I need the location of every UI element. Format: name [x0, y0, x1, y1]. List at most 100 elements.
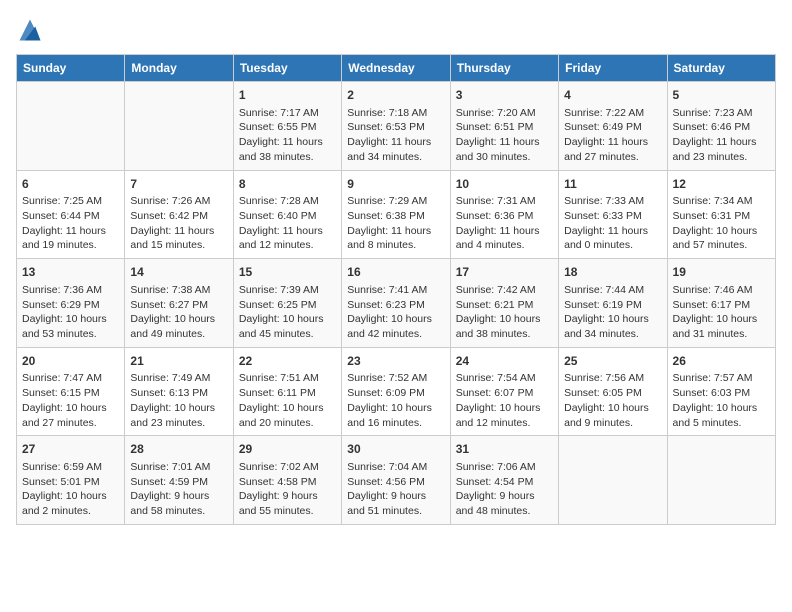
day-number: 6	[22, 176, 119, 193]
calendar-cell: 20Sunrise: 7:47 AM Sunset: 6:15 PM Dayli…	[17, 347, 125, 436]
calendar-cell	[125, 82, 233, 171]
day-info: Sunrise: 7:54 AM Sunset: 6:07 PM Dayligh…	[456, 371, 553, 430]
day-info: Sunrise: 7:28 AM Sunset: 6:40 PM Dayligh…	[239, 194, 336, 253]
day-info: Sunrise: 7:49 AM Sunset: 6:13 PM Dayligh…	[130, 371, 227, 430]
day-info: Sunrise: 7:26 AM Sunset: 6:42 PM Dayligh…	[130, 194, 227, 253]
calendar-cell: 10Sunrise: 7:31 AM Sunset: 6:36 PM Dayli…	[450, 170, 558, 259]
calendar-cell: 31 Sunrise: 7:06 AM Sunset: 4:54 PM Dayli…	[450, 436, 558, 525]
calendar-cell: 15 Sunrise: 7:39 AM Sunset: 6:25 PM Dayli…	[233, 259, 341, 348]
day-info: Sunrise: 7:22 AM Sunset: 6:49 PM Dayligh…	[564, 106, 661, 165]
calendar-cell: 29Sunrise: 7:02 AM Sunset: 4:58 PM Dayli…	[233, 436, 341, 525]
calendar-cell: 11Sunrise: 7:33 AM Sunset: 6:33 PM Dayli…	[559, 170, 667, 259]
day-number: 26	[673, 353, 770, 370]
day-number: 5	[673, 87, 770, 104]
day-info: Sunrise: 7:29 AM Sunset: 6:38 PM Dayligh…	[347, 194, 444, 253]
calendar-cell: 12Sunrise: 7:34 AM Sunset: 6:31 PM Dayli…	[667, 170, 775, 259]
day-info: Sunrise: 7:20 AM Sunset: 6:51 PM Dayligh…	[456, 106, 553, 165]
calendar-cell: 6Sunrise: 7:25 AM Sunset: 6:44 PM Daylig…	[17, 170, 125, 259]
calendar-cell: 16Sunrise: 7:41 AM Sunset: 6:23 PM Dayli…	[342, 259, 450, 348]
calendar-cell: 1Sunrise: 7:17 AM Sunset: 6:55 PM Daylig…	[233, 82, 341, 171]
logo	[16, 16, 48, 44]
col-header-sunday: Sunday	[17, 55, 125, 82]
day-number: 23	[347, 353, 444, 370]
calendar-cell: 24Sunrise: 7:54 AM Sunset: 6:07 PM Dayli…	[450, 347, 558, 436]
day-number: 16	[347, 264, 444, 281]
day-number: 12	[673, 176, 770, 193]
calendar-cell: 13Sunrise: 7:36 AM Sunset: 6:29 PM Dayli…	[17, 259, 125, 348]
calendar-cell: 3 Sunrise: 7:20 AM Sunset: 6:51 PM Daylig…	[450, 82, 558, 171]
calendar-cell: 2 Sunrise: 7:18 AM Sunset: 6:53 PM Daylig…	[342, 82, 450, 171]
day-number: 24	[456, 353, 553, 370]
calendar-week-3: 13Sunrise: 7:36 AM Sunset: 6:29 PM Dayli…	[17, 259, 776, 348]
day-number: 13	[22, 264, 119, 281]
logo-icon	[16, 16, 44, 44]
day-info: Sunrise: 7:47 AM Sunset: 6:15 PM Dayligh…	[22, 371, 119, 430]
calendar-cell: 5 Sunrise: 7:23 AM Sunset: 6:46 PM Daylig…	[667, 82, 775, 171]
day-info: Sunrise: 7:33 AM Sunset: 6:33 PM Dayligh…	[564, 194, 661, 253]
day-number: 17	[456, 264, 553, 281]
day-number: 21	[130, 353, 227, 370]
calendar-cell: 4 Sunrise: 7:22 AM Sunset: 6:49 PM Daylig…	[559, 82, 667, 171]
col-header-tuesday: Tuesday	[233, 55, 341, 82]
day-info: Sunrise: 7:06 AM Sunset: 4:54 PM Dayligh…	[456, 460, 553, 519]
calendar-week-2: 6Sunrise: 7:25 AM Sunset: 6:44 PM Daylig…	[17, 170, 776, 259]
col-header-saturday: Saturday	[667, 55, 775, 82]
day-number: 4	[564, 87, 661, 104]
calendar-table: SundayMondayTuesdayWednesdayThursdayFrid…	[16, 54, 776, 525]
day-info: Sunrise: 7:25 AM Sunset: 6:44 PM Dayligh…	[22, 194, 119, 253]
calendar-cell: 23Sunrise: 7:52 AM Sunset: 6:09 PM Dayli…	[342, 347, 450, 436]
day-number: 20	[22, 353, 119, 370]
calendar-cell: 25Sunrise: 7:56 AM Sunset: 6:05 PM Dayli…	[559, 347, 667, 436]
col-header-thursday: Thursday	[450, 55, 558, 82]
calendar-cell: 22Sunrise: 7:51 AM Sunset: 6:11 PM Dayli…	[233, 347, 341, 436]
calendar-header: SundayMondayTuesdayWednesdayThursdayFrid…	[17, 55, 776, 82]
day-info: Sunrise: 7:51 AM Sunset: 6:11 PM Dayligh…	[239, 371, 336, 430]
col-header-monday: Monday	[125, 55, 233, 82]
day-number: 11	[564, 176, 661, 193]
day-number: 15	[239, 264, 336, 281]
calendar-week-4: 20Sunrise: 7:47 AM Sunset: 6:15 PM Dayli…	[17, 347, 776, 436]
day-number: 9	[347, 176, 444, 193]
page-header	[16, 16, 776, 44]
calendar-week-5: 27 Sunrise: 6:59 AM Sunset: 5:01 PM Dayli…	[17, 436, 776, 525]
day-number: 2	[347, 87, 444, 104]
day-number: 30	[347, 441, 444, 458]
day-number: 18	[564, 264, 661, 281]
calendar-cell	[559, 436, 667, 525]
day-number: 31	[456, 441, 553, 458]
day-info: Sunrise: 7:56 AM Sunset: 6:05 PM Dayligh…	[564, 371, 661, 430]
calendar-cell: 18 Sunrise: 7:44 AM Sunset: 6:19 PM Dayli…	[559, 259, 667, 348]
day-number: 14	[130, 264, 227, 281]
calendar-cell: 17Sunrise: 7:42 AM Sunset: 6:21 PM Dayli…	[450, 259, 558, 348]
day-number: 10	[456, 176, 553, 193]
day-number: 3	[456, 87, 553, 104]
day-info: Sunrise: 7:39 AM Sunset: 6:25 PM Dayligh…	[239, 283, 336, 342]
day-number: 27	[22, 441, 119, 458]
day-info: Sunrise: 7:23 AM Sunset: 6:46 PM Dayligh…	[673, 106, 770, 165]
day-info: Sunrise: 6:59 AM Sunset: 5:01 PM Dayligh…	[22, 460, 119, 519]
day-number: 28	[130, 441, 227, 458]
day-number: 22	[239, 353, 336, 370]
calendar-cell: 28 Sunrise: 7:01 AM Sunset: 4:59 PM Dayli…	[125, 436, 233, 525]
calendar-cell: 19 Sunrise: 7:46 AM Sunset: 6:17 PM Dayli…	[667, 259, 775, 348]
day-info: Sunrise: 7:44 AM Sunset: 6:19 PM Dayligh…	[564, 283, 661, 342]
calendar-cell: 7Sunrise: 7:26 AM Sunset: 6:42 PM Daylig…	[125, 170, 233, 259]
calendar-cell: 14 Sunrise: 7:38 AM Sunset: 6:27 PM Dayli…	[125, 259, 233, 348]
day-info: Sunrise: 7:57 AM Sunset: 6:03 PM Dayligh…	[673, 371, 770, 430]
day-info: Sunrise: 7:18 AM Sunset: 6:53 PM Dayligh…	[347, 106, 444, 165]
calendar-cell: 26Sunrise: 7:57 AM Sunset: 6:03 PM Dayli…	[667, 347, 775, 436]
calendar-cell: 27 Sunrise: 6:59 AM Sunset: 5:01 PM Dayli…	[17, 436, 125, 525]
day-number: 1	[239, 87, 336, 104]
calendar-cell: 9Sunrise: 7:29 AM Sunset: 6:38 PM Daylig…	[342, 170, 450, 259]
day-info: Sunrise: 7:46 AM Sunset: 6:17 PM Dayligh…	[673, 283, 770, 342]
calendar-week-1: 1Sunrise: 7:17 AM Sunset: 6:55 PM Daylig…	[17, 82, 776, 171]
calendar-cell: 21Sunrise: 7:49 AM Sunset: 6:13 PM Dayli…	[125, 347, 233, 436]
day-info: Sunrise: 7:02 AM Sunset: 4:58 PM Dayligh…	[239, 460, 336, 519]
day-info: Sunrise: 7:01 AM Sunset: 4:59 PM Dayligh…	[130, 460, 227, 519]
col-header-friday: Friday	[559, 55, 667, 82]
day-number: 19	[673, 264, 770, 281]
day-number: 8	[239, 176, 336, 193]
day-info: Sunrise: 7:04 AM Sunset: 4:56 PM Dayligh…	[347, 460, 444, 519]
calendar-cell: 30 Sunrise: 7:04 AM Sunset: 4:56 PM Dayli…	[342, 436, 450, 525]
day-info: Sunrise: 7:38 AM Sunset: 6:27 PM Dayligh…	[130, 283, 227, 342]
